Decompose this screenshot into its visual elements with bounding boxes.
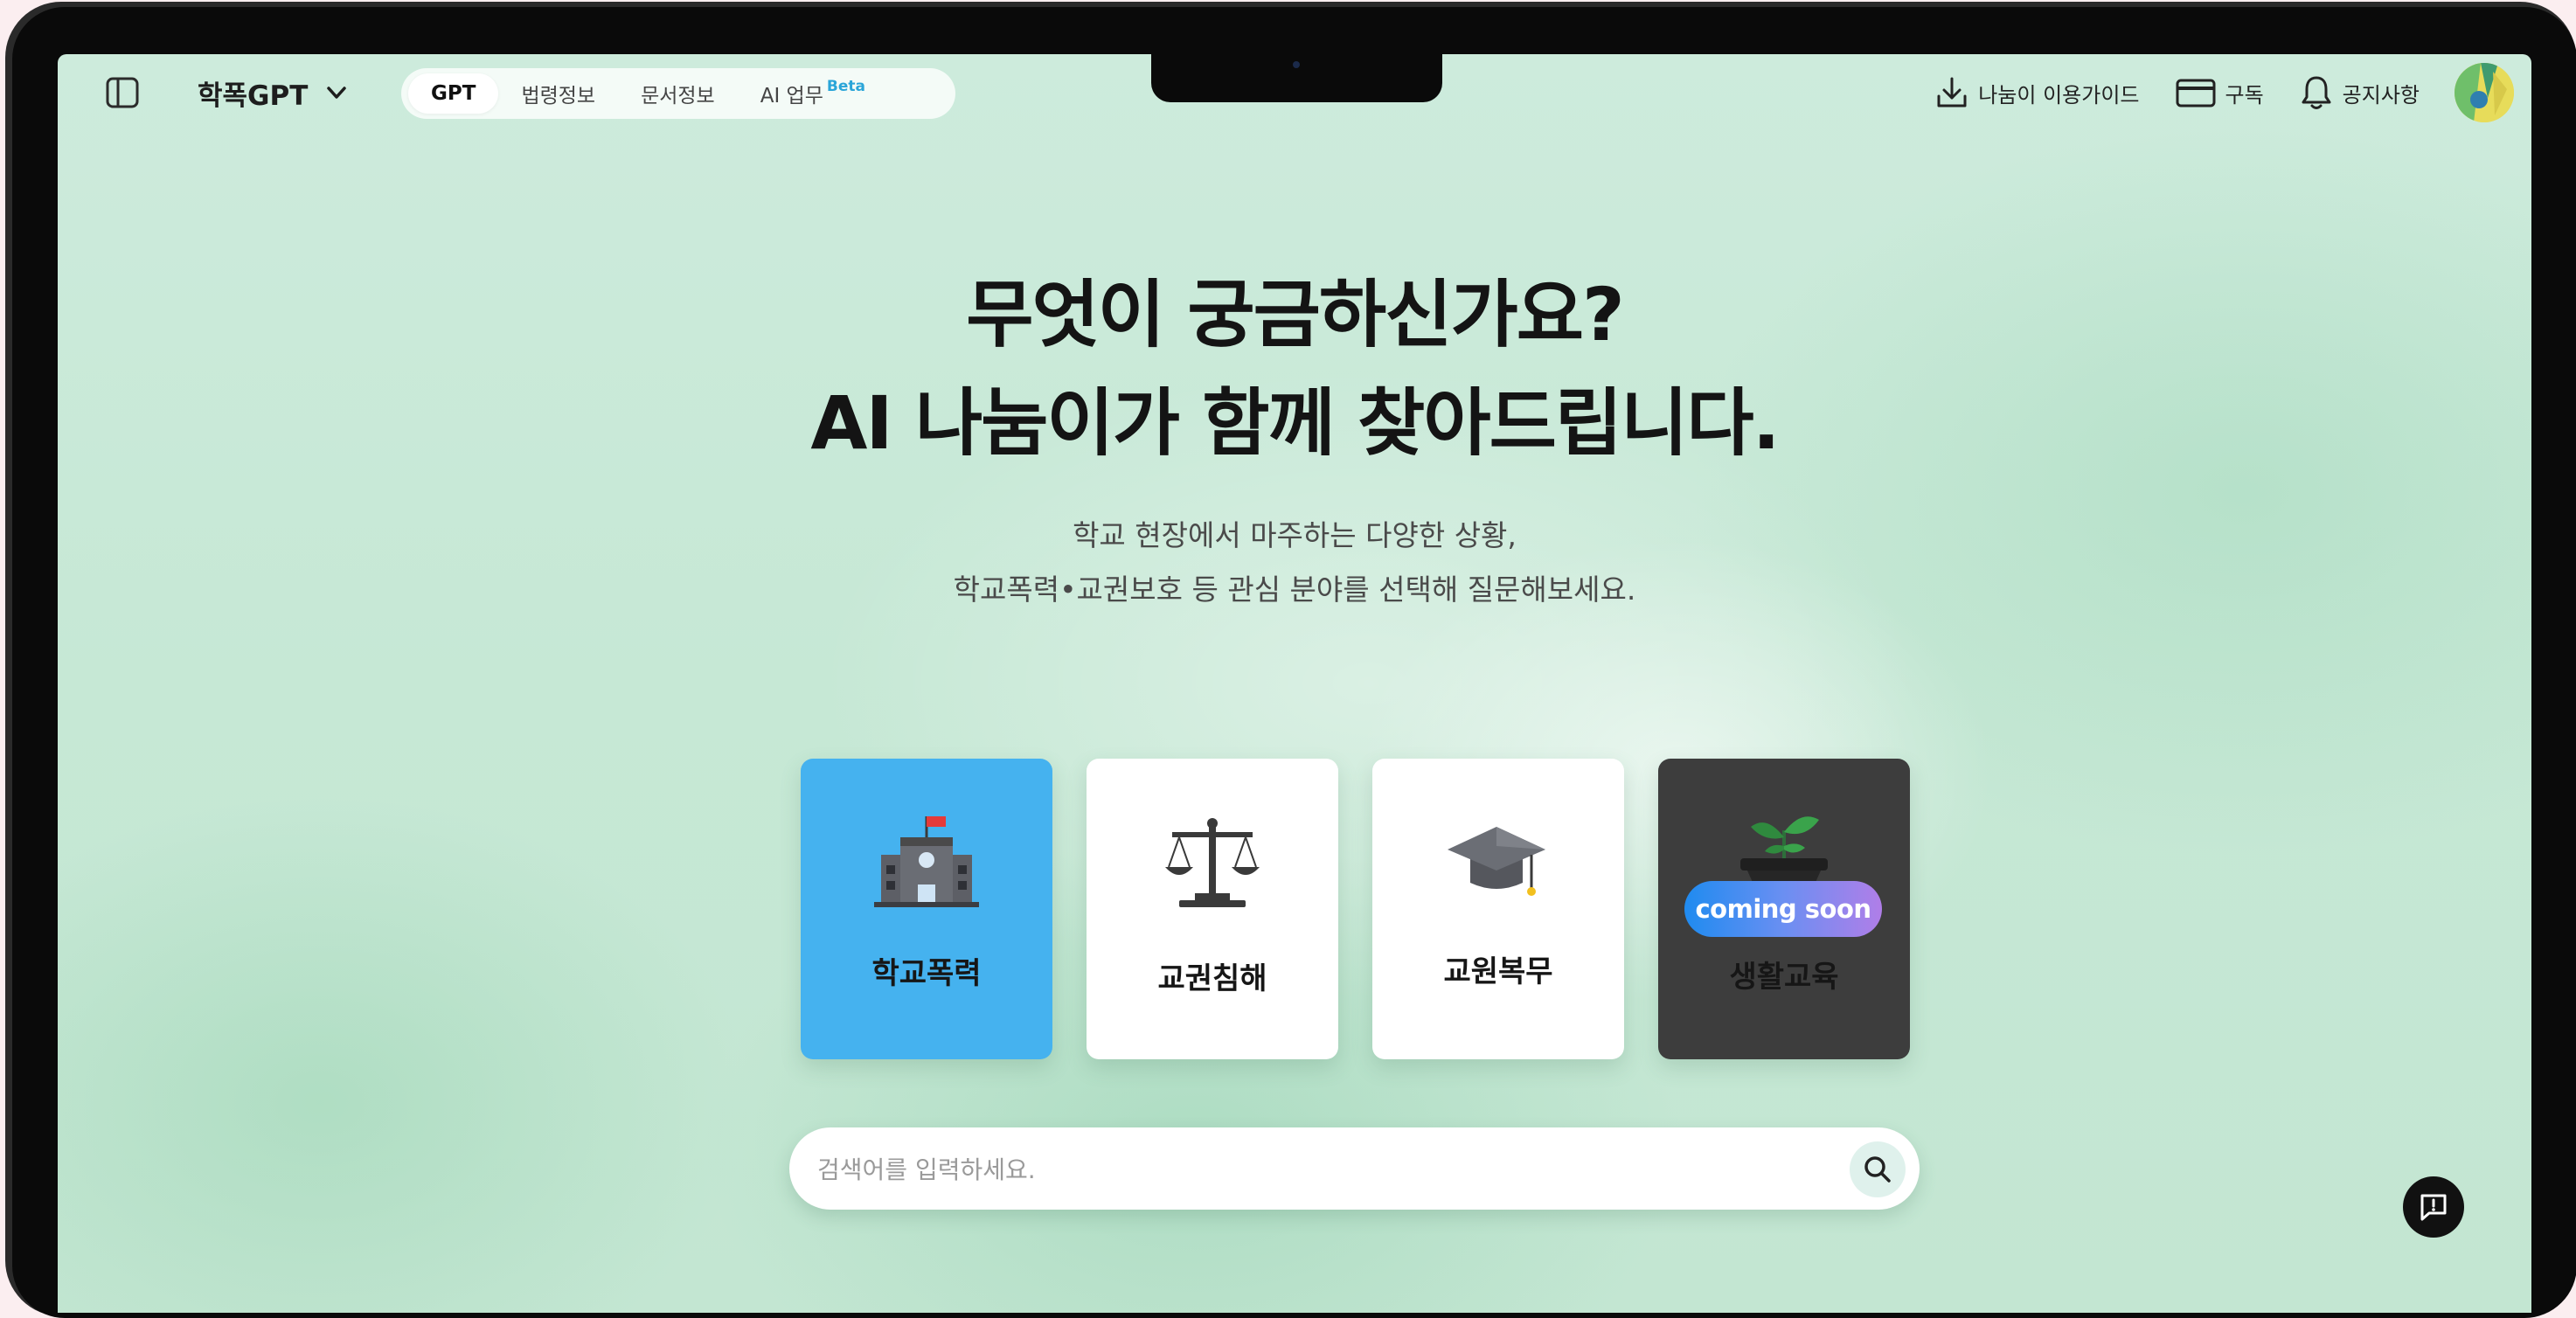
- model-selector[interactable]: 학폭GPT: [198, 73, 350, 112]
- school-building-icon: [874, 816, 979, 907]
- hero-subtitle: 학교 현장에서 마주하는 다양한 상황, 학교폭력•교권보호 등 관심 분야를 …: [58, 509, 2531, 617]
- category-card-life-education[interactable]: coming soon 생활교육: [1658, 759, 1910, 1059]
- chevron-down-icon: [327, 87, 347, 99]
- hero-subtitle-line2: 학교폭력•교권보호 등 관심 분야를 선택해 질문해보세요.: [953, 572, 1636, 607]
- search-icon: [1864, 1156, 1891, 1183]
- sprout-plant-icon: [1740, 816, 1828, 886]
- card-label: 교권침해: [1157, 961, 1267, 996]
- notice-label: 공지사항: [2342, 82, 2420, 108]
- top-right-menu: 나눔이 이용가이드 구독 공지사항: [1899, 63, 2531, 122]
- tab-gpt[interactable]: GPT: [408, 73, 499, 114]
- notice-link[interactable]: 공지사항: [2299, 74, 2420, 111]
- card-label: 생활교육: [1729, 960, 1839, 995]
- avatar-image: [2454, 63, 2514, 122]
- coming-soon-badge: coming soon: [1684, 881, 1882, 937]
- hero-title: 무엇이 궁금하신가요? AI 나눔이가 함께 찾아드립니다.: [58, 260, 2531, 477]
- subscribe-label: 구독: [2225, 82, 2264, 108]
- hero-title-line2: AI 나눔이가 함께 찾아드립니다.: [810, 380, 1780, 466]
- camera-dot: [1293, 61, 1300, 68]
- hero-subtitle-line1: 학교 현장에서 마주하는 다양한 상황,: [1073, 518, 1517, 552]
- search-input[interactable]: [816, 1127, 1824, 1211]
- search-button[interactable]: [1850, 1141, 1906, 1197]
- tab-label: GPT: [431, 82, 476, 105]
- category-card-teacher-duty[interactable]: 교원복무: [1372, 759, 1624, 1059]
- feedback-message-icon: [2420, 1194, 2447, 1221]
- app-screen: 학폭GPT GPT 법령정보 문서정보 AI 업무Beta 나눔이 이용가이드: [58, 54, 2531, 1313]
- avatar[interactable]: [2454, 63, 2514, 122]
- sidebar-panel-icon: [106, 77, 139, 108]
- hero-title-line1: 무엇이 궁금하신가요?: [966, 272, 1625, 357]
- brand-title: 학폭GPT: [198, 80, 309, 112]
- scales-icon: [1165, 818, 1260, 907]
- user-guide-label: 나눔이 이용가이드: [1978, 82, 2140, 108]
- search-bar: [789, 1127, 1920, 1211]
- tab-law-info[interactable]: 법령정보: [498, 73, 618, 114]
- tab-label: 문서정보: [641, 85, 715, 108]
- tab-ai-work[interactable]: AI 업무 Beta: [738, 73, 888, 114]
- subscribe-link[interactable]: 구독: [2175, 75, 2264, 110]
- feedback-button[interactable]: [2403, 1176, 2464, 1238]
- beta-badge: Beta: [826, 78, 865, 95]
- category-card-teacher-rights[interactable]: 교권침해: [1087, 759, 1338, 1059]
- user-guide-link[interactable]: 나눔이 이용가이드: [1934, 75, 2140, 110]
- card-label: 학교폭력: [871, 956, 982, 991]
- tab-label: AI 업무: [760, 85, 823, 108]
- category-card-school-violence[interactable]: 학교폭력: [801, 759, 1052, 1059]
- tab-document-info[interactable]: 문서정보: [618, 73, 738, 114]
- sidebar-toggle-button[interactable]: [103, 73, 142, 112]
- tab-label: 법령정보: [521, 85, 596, 108]
- mode-tabs: GPT 법령정보 문서정보 AI 업무 Beta: [401, 68, 955, 119]
- bell-icon: [2302, 76, 2331, 109]
- graduation-cap-icon: [1448, 827, 1545, 896]
- credit-card-icon: [2176, 79, 2215, 108]
- camera-notch: [1151, 54, 1442, 102]
- download-icon: [1937, 77, 1967, 108]
- card-label: 교원복무: [1443, 954, 1553, 989]
